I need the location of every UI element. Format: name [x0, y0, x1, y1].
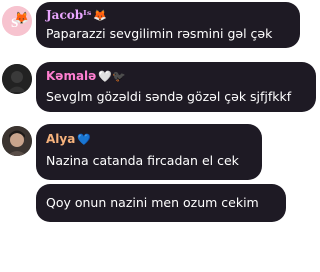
avatar-image — [2, 126, 32, 156]
message-text: Nazina catanda fircadan el cek — [46, 153, 239, 168]
chat-thread: S 🦊 Jacobᴵˢ 🦊 Paparazzi sevgilimin rəsmin… — [0, 0, 320, 272]
avatar-image — [2, 64, 32, 94]
fox-icon: 🦊 — [93, 9, 108, 22]
fox-icon: 🦊 — [14, 11, 29, 25]
message-bubble[interactable]: Kəmalə 🤍🐦‍⬛ Sevglm gözəldi səndə gözəl çə… — [36, 62, 316, 112]
avatar-kamala[interactable] — [2, 64, 32, 94]
avatar-alya[interactable] — [2, 126, 32, 156]
sender-name[interactable]: Kəmalə 🤍🐦‍⬛ — [46, 69, 126, 84]
blue-heart-icon: 💙 — [77, 133, 92, 146]
message-bubble[interactable]: Jacobᴵˢ 🦊 Paparazzi sevgilimin rəsmini gə… — [36, 2, 300, 48]
heart-bird-icon: 🤍🐦‍⬛ — [98, 70, 126, 83]
sender-name[interactable]: Jacobᴵˢ 🦊 — [46, 8, 107, 23]
message-bubble[interactable]: Qoy onun nazini men ozum cekim — [36, 184, 286, 222]
message-text: Qoy onun nazini men ozum cekim — [46, 195, 259, 210]
message-bubble[interactable]: Alya 💙 Nazina catanda fircadan el cek — [36, 124, 262, 180]
sender-name[interactable]: Alya 💙 — [46, 132, 91, 147]
message-text: Sevglm gözəldi səndə gözəl çək sjfjfkkf — [46, 89, 292, 104]
message-text: Paparazzi sevgilimin rəsmini gəl çək — [46, 26, 273, 41]
